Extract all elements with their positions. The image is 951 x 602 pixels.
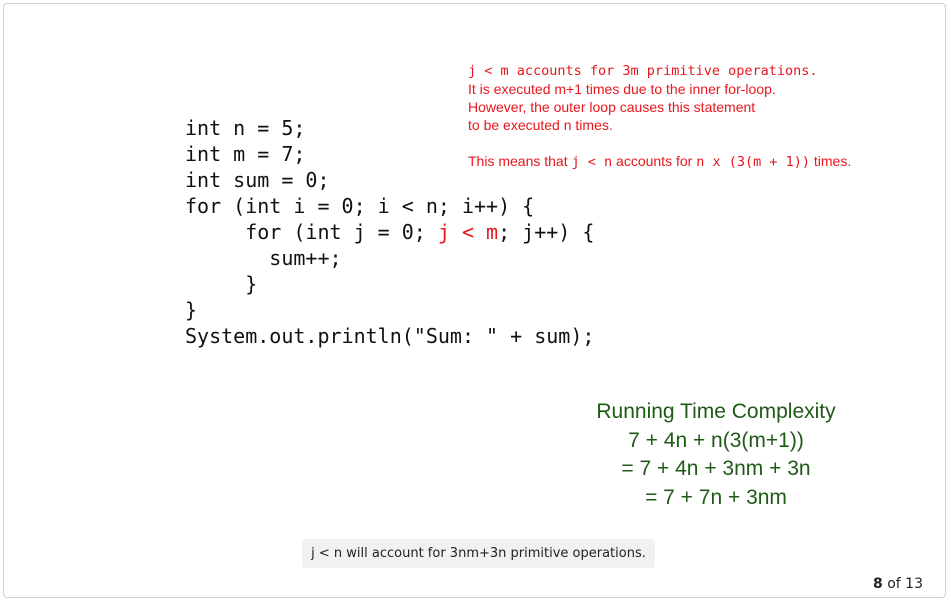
code-line: for (int j = 0; [185,220,438,244]
annotation-line: to be executed n times. [468,117,613,133]
complexity-line: = 7 + 4n + 3nm + 3n [621,457,811,480]
highlighted-condition: j < m [437,220,499,244]
code-line: int n = 5; [185,116,306,140]
page-separator: of [887,576,901,592]
page-indicator: 8 of 13 [873,576,923,592]
code-line: } [185,272,258,296]
code-line: } [185,298,198,322]
annotation-line: However, the outer loop causes this stat… [468,99,756,115]
annotation-text: accounts for [612,153,697,169]
annotation-line: It is executed m+1 times due to the inne… [468,81,776,97]
annotation-text: times. [809,153,852,169]
annotation-code: j < n [571,154,613,170]
current-page: 8 [873,576,883,592]
complexity-line: = 7 + 7n + 3nm [645,485,787,509]
annotation-text: This means that [468,153,572,169]
caption-box: j < n will account for 3nm+3n primitive … [302,539,655,568]
code-line: System.out.println("Sum: " + sum); [185,324,595,348]
annotation-note: j < m accounts for 3m primitive operatio… [468,62,851,171]
annotation-conclusion: This means that j < n accounts for n x (… [468,152,851,171]
annotation-line: j < m accounts for 3m primitive operatio… [468,63,818,79]
code-line: int sum = 0; [185,168,330,192]
running-time-complexity: Running Time Complexity 7 + 4n + n(3(m+1… [586,398,846,512]
code-line: sum++; [185,246,342,270]
annotation-code: n x (3(m + 1)) [696,154,810,170]
code-line: int m = 7; [185,142,306,166]
code-line: ; j++) { [498,220,595,244]
code-line: for (int i = 0; i < n; i++) { [185,194,535,218]
complexity-line: 7 + 4n + n(3(m+1)) [628,428,804,452]
complexity-title: Running Time Complexity [596,400,836,423]
total-pages: 13 [905,576,923,592]
slide: int n = 5; int m = 7; int sum = 0; for (… [3,3,946,598]
